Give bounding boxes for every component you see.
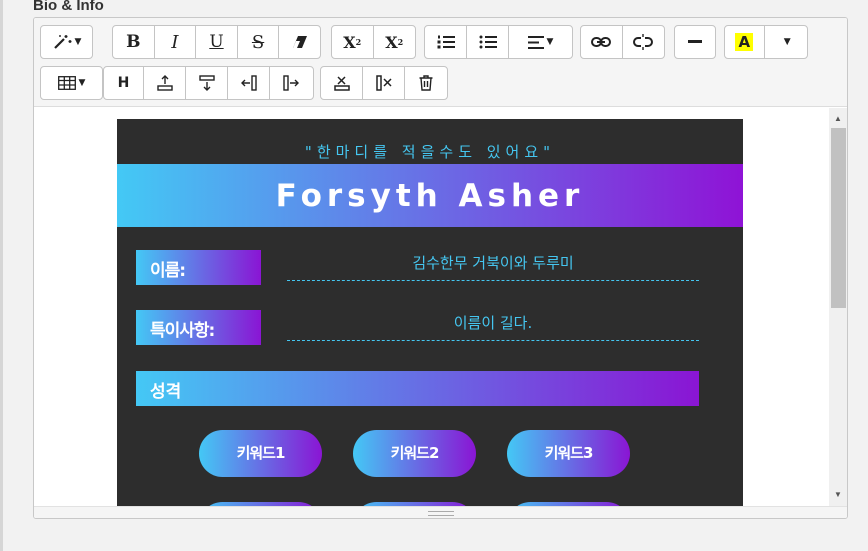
delete-row-button[interactable] <box>321 67 363 99</box>
list-group: ▼ <box>424 25 573 59</box>
strikethrough-button[interactable]: S <box>238 26 280 58</box>
field-value-notes: 이름이 길다. <box>287 312 699 341</box>
add-col-right-button[interactable] <box>270 67 312 99</box>
font-color-button[interactable]: A <box>725 26 765 58</box>
subscript-button[interactable]: X2 <box>374 26 416 58</box>
underline-button[interactable]: U <box>196 26 238 58</box>
ordered-list-icon <box>437 35 455 49</box>
font-style-group: B I U S <box>112 25 321 59</box>
keyword-pill: 키워드3 <box>507 430 630 477</box>
delete-row-icon <box>333 75 350 91</box>
table-delete-group <box>320 66 448 100</box>
profile-quote: "한마디를 적을수도 있어요" <box>304 143 556 161</box>
color-dropdown[interactable]: ▼ <box>765 26 807 58</box>
color-group: A ▼ <box>724 25 808 59</box>
trash-icon <box>419 75 433 91</box>
name-banner: Forsyth Asher <box>117 164 743 227</box>
chevron-down-icon: ▼ <box>74 37 82 47</box>
insert-link-button[interactable] <box>581 26 623 58</box>
delete-table-button[interactable] <box>405 67 447 99</box>
bold-button[interactable]: B <box>113 26 155 58</box>
table-dropdown[interactable]: ▼ <box>41 67 102 99</box>
unordered-list-button[interactable] <box>467 26 509 58</box>
superscript-button[interactable]: X2 <box>332 26 374 58</box>
add-col-left-button[interactable] <box>228 67 270 99</box>
rich-text-editor[interactable]: ▼ B I U S X2 X2 ▼ A ▼ ▼ H "한마디를 적을수도 있어요… <box>33 17 848 519</box>
hr-group <box>674 25 716 59</box>
delete-col-icon <box>375 75 392 91</box>
row-below-icon <box>198 75 215 91</box>
keyword-pill: 키워드2 <box>353 430 476 477</box>
field-label: Bio & Info <box>33 0 104 14</box>
left-border <box>0 0 3 551</box>
table-group: ▼ <box>40 66 103 100</box>
chevron-down-icon: ▼ <box>546 37 554 47</box>
field-tag-name: 이름: <box>136 250 261 285</box>
bullet-list-icon <box>479 35 497 49</box>
font-color-icon: A <box>735 33 754 51</box>
link-icon <box>591 36 612 48</box>
table-header-button[interactable]: H <box>104 67 144 99</box>
add-row-above-button[interactable] <box>144 67 186 99</box>
resize-grip-icon[interactable] <box>428 511 454 516</box>
horizontal-rule-icon <box>688 40 702 44</box>
table-icon <box>57 76 76 90</box>
unlink-icon <box>633 34 654 50</box>
profile-card: "한마디를 적을수도 있어요" Forsyth Asher 이름: 김수한무 거… <box>117 119 743 506</box>
chevron-down-icon: ▼ <box>78 78 86 88</box>
superscript-label: X <box>343 32 356 52</box>
magic-wand-icon <box>52 34 72 50</box>
script-group: X2 X2 <box>331 25 416 59</box>
keyword-pill: 키워드1 <box>199 430 322 477</box>
col-left-icon <box>240 75 257 91</box>
chevron-down-icon: ▼ <box>783 37 791 47</box>
delete-col-button[interactable] <box>363 67 405 99</box>
vertical-scrollbar[interactable]: ▲ ▼ <box>829 108 847 506</box>
personality-section-title: 성격 <box>136 371 699 406</box>
ordered-list-button[interactable] <box>425 26 467 58</box>
italic-button[interactable]: I <box>155 26 197 58</box>
row-above-icon <box>156 75 173 91</box>
col-right-icon <box>283 75 299 91</box>
eraser-icon <box>292 35 308 49</box>
editor-content[interactable]: "한마디를 적을수도 있어요" Forsyth Asher 이름: 김수한무 거… <box>34 108 829 506</box>
align-left-icon <box>527 35 544 49</box>
subscript-label: X <box>385 32 398 52</box>
table-row-group: H <box>103 66 314 100</box>
style-group: ▼ <box>40 25 93 59</box>
field-tag-notes: 특이사항: <box>136 310 261 345</box>
scroll-up-icon[interactable]: ▲ <box>834 114 842 123</box>
horizontal-rule-button[interactable] <box>675 26 715 58</box>
link-group <box>580 25 665 59</box>
scrollbar-thumb[interactable] <box>831 128 846 308</box>
scroll-down-icon[interactable]: ▼ <box>834 490 842 499</box>
field-value-name: 김수한무 거북이와 두루미 <box>287 252 699 281</box>
add-row-below-button[interactable] <box>186 67 228 99</box>
clear-format-button[interactable] <box>279 26 320 58</box>
editor-toolbar: ▼ B I U S X2 X2 ▼ A ▼ ▼ H <box>34 18 847 107</box>
editor-statusbar <box>34 506 847 518</box>
unlink-button[interactable] <box>623 26 665 58</box>
align-dropdown[interactable]: ▼ <box>509 26 572 58</box>
profile-name: Forsyth Asher <box>275 178 585 214</box>
magic-wand-dropdown[interactable]: ▼ <box>41 26 92 58</box>
